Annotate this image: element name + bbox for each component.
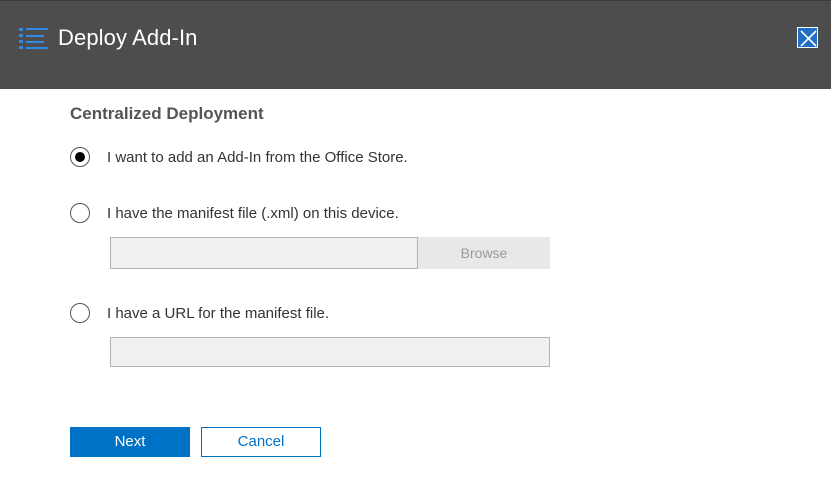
radio-label-office-store[interactable]: I want to add an Add-In from the Office … <box>107 149 408 166</box>
next-button[interactable]: Next <box>70 427 190 457</box>
radio-office-store[interactable] <box>70 147 90 167</box>
section-title: Centralized Deployment <box>70 104 264 123</box>
cancel-button[interactable]: Cancel <box>201 427 321 457</box>
list-icon <box>19 28 48 53</box>
window-title: Deploy Add-In <box>58 25 198 50</box>
radio-manifest-url[interactable] <box>70 303 90 323</box>
close-icon <box>800 30 817 47</box>
radio-manifest-file[interactable] <box>70 203 90 223</box>
radio-label-manifest-url[interactable]: I have a URL for the manifest file. <box>107 305 329 322</box>
browse-button[interactable]: Browse <box>418 237 550 269</box>
manifest-url-input[interactable] <box>110 337 550 367</box>
title-bar: Deploy Add-In <box>0 0 831 89</box>
radio-label-manifest-file[interactable]: I have the manifest file (.xml) on this … <box>107 205 399 222</box>
manifest-file-path-input[interactable] <box>110 237 418 269</box>
close-button[interactable] <box>797 27 818 48</box>
